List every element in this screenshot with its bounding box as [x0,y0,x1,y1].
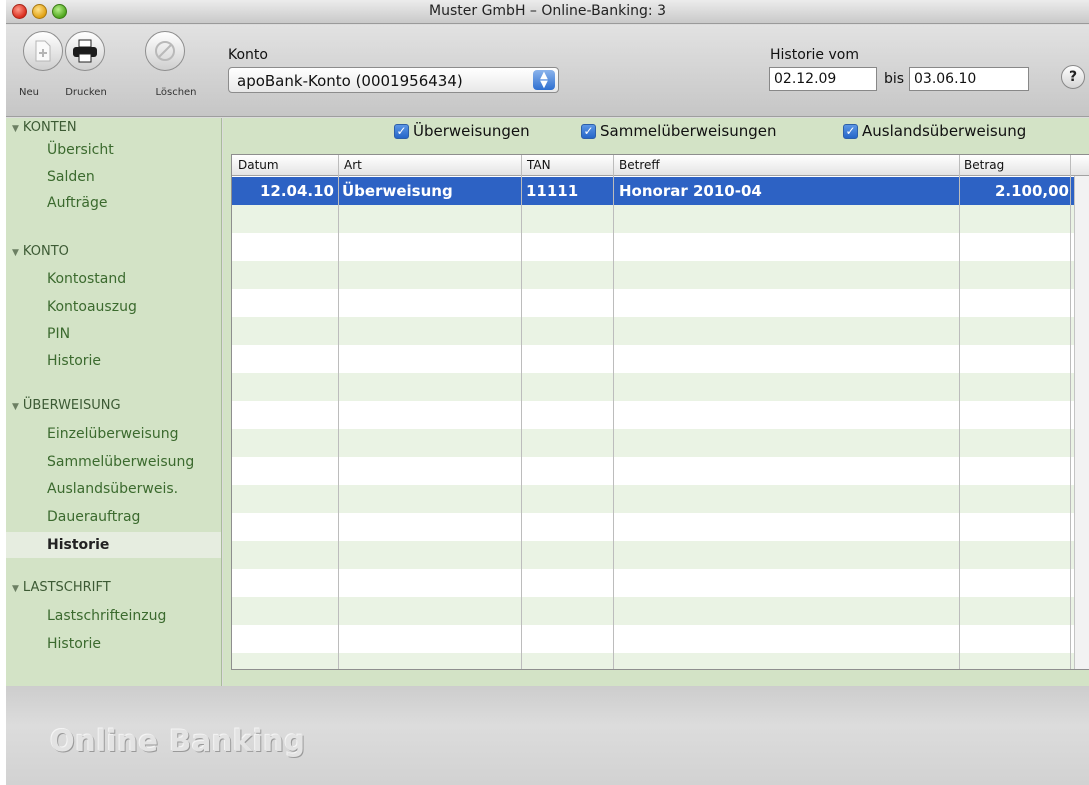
disclosure-triangle-icon: ▼ [12,248,19,258]
checkbox-checked-icon[interactable]: ✓ [394,123,409,139]
table-row-empty[interactable] [232,373,1089,401]
table-row-empty[interactable] [232,457,1089,485]
table-row-empty[interactable] [232,317,1089,345]
toolbar: Neu Drucken Löschen Konto apoBank-Konto … [6,25,1089,117]
sidebar-item-historie-ueberweisung[interactable]: Historie [6,532,221,558]
sidebar-section-ueberweisung[interactable]: ▼ ÜBERWEISUNG [12,398,121,413]
table-row-empty[interactable] [232,541,1089,569]
table-row-empty[interactable] [232,205,1089,233]
checkbox-checked-icon[interactable]: ✓ [581,123,596,139]
table-row-empty[interactable] [232,653,1089,669]
loeschen-label: Löschen [155,87,197,98]
app-window: Muster GmbH – Online-Banking: 3 Neu Druc… [6,0,1089,785]
column-divider [613,155,614,669]
table-row-empty[interactable] [232,261,1089,289]
title-bar[interactable]: Muster GmbH – Online-Banking: 3 [6,0,1089,24]
drucken-button[interactable] [58,31,112,71]
transactions-table: 12.04.10 Überweisung 11111 Honorar 2010-04 2… [231,154,1089,670]
disclosure-triangle-icon: ▼ [12,124,19,134]
sidebar-item-auftraege[interactable]: Aufträge [6,190,221,216]
bis-label: bis [884,71,905,87]
date-from-field[interactable]: 02.12.09 [769,67,877,91]
cell-art: Überweisung [342,182,453,200]
sidebar-section-konten[interactable]: ▼ KONTEN [12,120,77,135]
sidebar: ▼ KONTEN Übersicht Salden Aufträge ▼ KONTO… [6,118,222,686]
filter-sammelueberweisungen[interactable]: ✓ Sammelüberweisungen [581,122,777,140]
filter-auslandsueberweisung[interactable]: ✓ Auslandsüberweisung [843,122,1026,140]
column-divider [521,155,522,669]
table-row-empty[interactable] [232,401,1089,429]
cell-datum: 12.04.10 [259,182,334,200]
konto-label: Konto [228,47,268,63]
table-row-empty[interactable] [232,513,1089,541]
drucken-label: Drucken [65,87,107,98]
sidebar-item-kontostand[interactable]: Kontostand [6,266,221,292]
sidebar-item-kontoauszug[interactable]: Kontoauszug [6,294,221,320]
brand-logo-text: Online Banking [50,724,306,758]
cell-betreff: Honorar 2010-04 [619,182,762,200]
column-header-betreff[interactable]: Betreff [619,158,660,172]
column-header-datum[interactable]: Datum [238,158,279,172]
date-to-field[interactable]: 03.06.10 [909,67,1029,91]
filter-ueberweisungen[interactable]: ✓ Überweisungen [394,122,530,140]
column-divider [1070,155,1071,669]
footer-bar: Online Banking [6,686,1089,785]
konto-select-value: apoBank-Konto (0001956434) [237,72,463,90]
printer-icon [65,31,105,71]
column-divider [338,155,339,669]
table-row-empty[interactable] [232,345,1089,373]
checkbox-checked-icon[interactable]: ✓ [843,123,858,139]
table-row-empty[interactable] [232,485,1089,513]
cell-tan: 11111 [526,182,579,200]
main-panel: ✓ Überweisungen ✓ Sammelüberweisungen ✓ Aus… [223,118,1089,686]
sidebar-item-historie-konto[interactable]: Historie [6,348,221,374]
sidebar-item-dauerauftrag[interactable]: Dauerauftrag [6,504,221,530]
sidebar-section-lastschrift[interactable]: ▼ LASTSCHRIFT [12,580,111,595]
column-divider [959,155,960,669]
table-row-empty[interactable] [232,233,1089,261]
neu-label: Neu [19,87,39,98]
delete-icon [145,31,185,71]
sidebar-item-auslandsueberweisung[interactable]: Auslandsüberweis. [6,476,221,502]
table-row-empty[interactable] [232,625,1089,653]
sidebar-item-einzelueberweisung[interactable]: Einzelüberweisung [6,421,221,447]
konto-select[interactable]: apoBank-Konto (0001956434) ▲ ▼ [228,67,559,93]
help-button[interactable]: ? [1061,65,1085,89]
historie-label: Historie vom [770,47,859,63]
sidebar-item-uebersicht[interactable]: Übersicht [6,137,221,163]
loeschen-button[interactable] [138,31,192,71]
sidebar-item-historie-lastschrift[interactable]: Historie [6,631,221,657]
sidebar-item-sammelueberweisung[interactable]: Sammelüberweisung [6,449,221,475]
table-row-empty[interactable] [232,569,1089,597]
table-row[interactable]: 12.04.10 Überweisung 11111 Honorar 2010-04 2… [232,177,1089,205]
column-header-betrag[interactable]: Betrag [964,158,1004,172]
new-document-icon [23,31,63,71]
cell-betrag: 2.100,00 [994,182,1069,200]
popup-arrows-icon: ▲ ▼ [533,70,555,90]
table-row-empty[interactable] [232,597,1089,625]
sidebar-item-pin[interactable]: PIN [6,321,221,347]
vertical-scrollbar[interactable] [1074,176,1089,669]
table-header: Datum Art TAN Betreff Betrag [232,155,1089,176]
disclosure-triangle-icon: ▼ [12,402,19,412]
column-header-tan[interactable]: TAN [527,158,551,172]
table-row-empty[interactable] [232,429,1089,457]
disclosure-triangle-icon: ▼ [12,584,19,594]
sidebar-section-konto[interactable]: ▼ KONTO [12,244,69,259]
sidebar-item-lastschrifteinzug[interactable]: Lastschrifteinzug [6,603,221,629]
sidebar-item-salden[interactable]: Salden [6,164,221,190]
table-row-empty[interactable] [232,289,1089,317]
column-header-art[interactable]: Art [344,158,362,172]
window-title: Muster GmbH – Online-Banking: 3 [429,3,666,19]
